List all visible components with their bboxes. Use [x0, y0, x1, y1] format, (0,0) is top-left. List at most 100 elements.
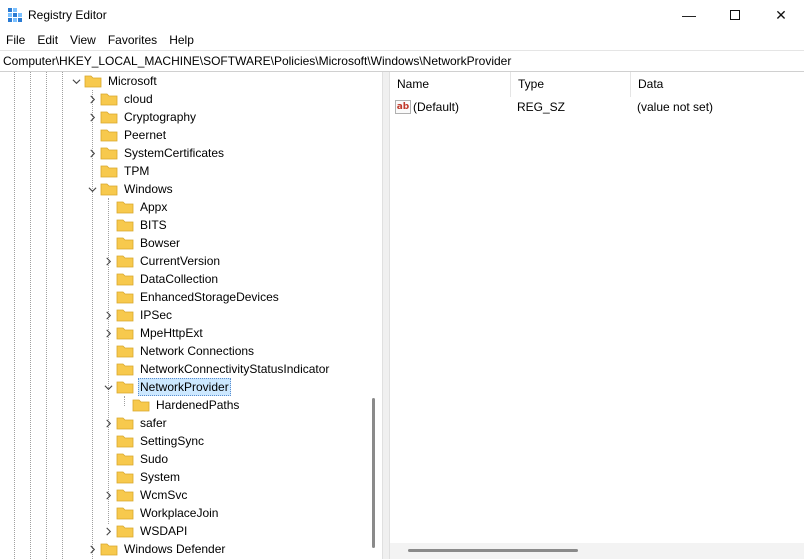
- tree-node-label: WorkplaceJoin: [140, 506, 219, 520]
- tree-node-label: Bowser: [140, 236, 181, 250]
- folder-icon: [84, 74, 102, 88]
- tree-node-microsoft[interactable]: Microsoft: [70, 72, 159, 90]
- folder-icon: [100, 146, 118, 160]
- folder-icon: [116, 308, 134, 322]
- column-header-data[interactable]: Data: [631, 72, 804, 97]
- tree-node-networkprovider[interactable]: NetworkProvider: [102, 378, 231, 396]
- tree-guide-line: [30, 72, 31, 559]
- tree-node-tpm[interactable]: TPM: [86, 162, 151, 180]
- title-bar: Registry Editor — ✕: [0, 0, 804, 30]
- tree-node-safer[interactable]: safer: [102, 414, 169, 432]
- tree-node-enhancedstoragedevices[interactable]: EnhancedStorageDevices: [102, 288, 281, 306]
- menu-bar: File Edit View Favorites Help: [0, 30, 804, 50]
- chevron-right-icon[interactable]: [102, 255, 114, 267]
- tree-node-ipsec[interactable]: IPSec: [102, 306, 174, 324]
- tree-scrollbar-thumb[interactable]: [372, 398, 375, 548]
- tree-node-label: Network Connections: [140, 344, 255, 358]
- chevron-right-icon[interactable]: [86, 543, 98, 555]
- folder-icon: [116, 200, 134, 214]
- folder-open-icon: [116, 380, 134, 394]
- tree-node-label: cloud: [124, 92, 153, 106]
- tree-node-label: Windows Defender: [124, 542, 226, 556]
- chevron-down-icon[interactable]: [70, 75, 82, 87]
- tree-node-appx[interactable]: Appx: [102, 198, 169, 216]
- tree-node-label: HardenedPaths: [156, 398, 240, 412]
- chevron-right-icon[interactable]: [102, 417, 114, 429]
- values-list[interactable]: Name Type Data ab (Default) REG_SZ (valu…: [390, 72, 804, 559]
- tree-node-network-connections[interactable]: Network Connections: [102, 342, 256, 360]
- list-item[interactable]: ab (Default) REG_SZ (value not set): [390, 97, 804, 117]
- tree-node-settingsync[interactable]: SettingSync: [102, 432, 206, 450]
- close-button[interactable]: ✕: [758, 0, 804, 30]
- menu-help[interactable]: Help: [163, 30, 200, 50]
- maximize-button[interactable]: [712, 0, 758, 30]
- folder-icon: [116, 290, 134, 304]
- tree-node-cryptography[interactable]: Cryptography: [86, 108, 198, 126]
- chevron-right-icon[interactable]: [102, 489, 114, 501]
- folder-icon: [116, 416, 134, 430]
- tree-node-workplacejoin[interactable]: WorkplaceJoin: [102, 504, 220, 522]
- folder-icon: [116, 254, 134, 268]
- menu-file[interactable]: File: [0, 30, 31, 50]
- registry-tree[interactable]: Microsoft cloud Cryptography Peernet Sys…: [0, 72, 382, 559]
- tree-node-bits[interactable]: BITS: [102, 216, 169, 234]
- value-type: REG_SZ: [517, 100, 566, 114]
- chevron-right-icon[interactable]: [86, 111, 98, 123]
- tree-node-mpehttpext[interactable]: MpeHttpExt: [102, 324, 205, 342]
- folder-icon: [100, 110, 118, 124]
- window-title: Registry Editor: [28, 8, 107, 22]
- tree-node-windows-defender[interactable]: Windows Defender: [86, 540, 227, 558]
- tree-node-systemcertificates[interactable]: SystemCertificates: [86, 144, 226, 162]
- folder-icon: [116, 470, 134, 484]
- column-header-name[interactable]: Name: [390, 72, 511, 97]
- tree-node-wsdapi[interactable]: WSDAPI: [102, 522, 189, 540]
- tree-node-label: EnhancedStorageDevices: [140, 290, 279, 304]
- folder-icon: [116, 326, 134, 340]
- folder-icon: [116, 344, 134, 358]
- tree-node-hardenedpaths[interactable]: HardenedPaths: [118, 396, 241, 414]
- address-bar[interactable]: Computer\HKEY_LOCAL_MACHINE\SOFTWARE\Pol…: [0, 50, 804, 72]
- folder-icon: [100, 92, 118, 106]
- tree-node-ncsi[interactable]: NetworkConnectivityStatusIndicator: [102, 360, 331, 378]
- column-header-type[interactable]: Type: [511, 72, 631, 97]
- tree-node-label: SystemCertificates: [124, 146, 225, 160]
- menu-view[interactable]: View: [64, 30, 102, 50]
- string-value-icon: ab: [395, 100, 411, 114]
- tree-node-label: System: [140, 470, 181, 484]
- tree-node-datacollection[interactable]: DataCollection: [102, 270, 220, 288]
- folder-icon: [116, 236, 134, 250]
- minimize-button[interactable]: —: [666, 0, 712, 30]
- chevron-right-icon[interactable]: [102, 327, 114, 339]
- tree-node-peernet[interactable]: Peernet: [86, 126, 168, 144]
- tree-node-wcmsvc[interactable]: WcmSvc: [102, 486, 189, 504]
- value-name-cell: ab (Default): [390, 100, 511, 114]
- tree-node-label: CurrentVersion: [140, 254, 221, 268]
- registry-editor-icon: [8, 8, 22, 22]
- tree-node-windows[interactable]: Windows: [86, 180, 175, 198]
- tree-node-label: NetworkProvider: [138, 378, 231, 396]
- folder-icon: [116, 524, 134, 538]
- tree-node-system[interactable]: System: [102, 468, 182, 486]
- tree-node-label: WcmSvc: [140, 488, 188, 502]
- menu-favorites[interactable]: Favorites: [102, 30, 163, 50]
- chevron-right-icon[interactable]: [86, 147, 98, 159]
- tree-node-bowser[interactable]: Bowser: [102, 234, 182, 252]
- pane-splitter[interactable]: [382, 72, 390, 559]
- tree-node-label: Microsoft: [108, 74, 157, 88]
- horizontal-scrollbar-thumb[interactable]: [408, 549, 578, 552]
- tree-node-cloud[interactable]: cloud: [86, 90, 155, 108]
- chevron-right-icon[interactable]: [102, 309, 114, 321]
- folder-icon: [100, 542, 118, 556]
- tree-guide-line: [14, 72, 15, 559]
- chevron-down-icon[interactable]: [102, 381, 114, 393]
- tree-node-label: SettingSync: [140, 434, 205, 448]
- chevron-down-icon[interactable]: [86, 183, 98, 195]
- value-name: (Default): [413, 100, 460, 114]
- tree-node-sudo[interactable]: Sudo: [102, 450, 170, 468]
- chevron-right-icon[interactable]: [102, 525, 114, 537]
- menu-edit[interactable]: Edit: [31, 30, 64, 50]
- list-header: Name Type Data: [390, 72, 804, 97]
- tree-node-currentversion[interactable]: CurrentVersion: [102, 252, 222, 270]
- folder-icon: [100, 128, 118, 142]
- chevron-right-icon[interactable]: [86, 93, 98, 105]
